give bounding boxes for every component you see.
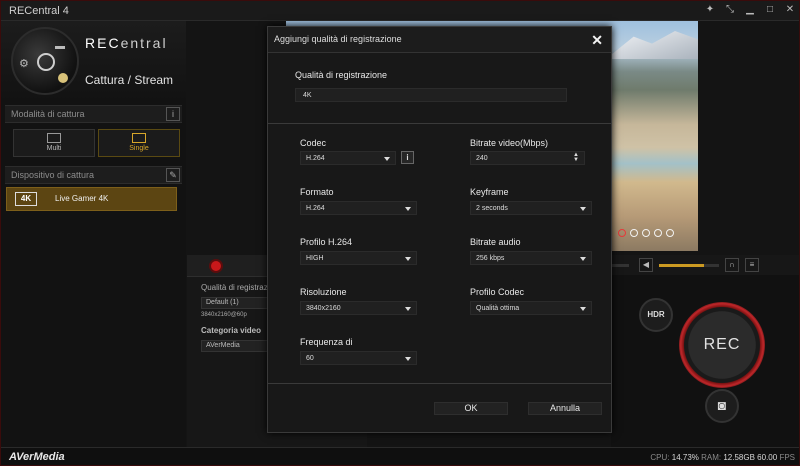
frequency-select[interactable]: 60	[300, 351, 417, 365]
frequency-label: Frequenza di	[300, 337, 353, 347]
dial-indicator	[58, 73, 68, 83]
codec-info-icon[interactable]: i	[401, 151, 414, 164]
window-controls: ✦ ⤡ ▁ □ ✕	[703, 3, 797, 17]
resolution-select[interactable]: 3840x2160	[300, 301, 417, 315]
cancel-button[interactable]: Annulla	[528, 402, 602, 415]
mixer-icon[interactable]: ≡	[745, 258, 759, 272]
brand-header: ⚙ ▬ RECentral Cattura / Stream	[1, 21, 186, 103]
dial-core-icon	[37, 53, 55, 71]
title-bar: RECentral 4 ✦ ⤡ ▁ □ ✕	[1, 1, 799, 21]
resolution-label: Risoluzione	[300, 287, 347, 297]
capture-mode-heading: Modalità di cattura	[11, 109, 85, 119]
bitrate-video-label: Bitrate video(Mbps)	[470, 138, 549, 148]
mode-dial[interactable]: ⚙ ▬	[11, 27, 79, 95]
category-select[interactable]: AVerMedia	[201, 340, 271, 352]
recentral-window: RECentral 4 ✦ ⤡ ▁ □ ✕ ⚙ ▬ RECentral Catt…	[0, 0, 800, 466]
profile-label: Profilo H.264	[300, 237, 353, 247]
close-icon[interactable]: ✕	[591, 32, 603, 49]
audio-slider-2[interactable]	[659, 264, 719, 267]
category-label: Categoria video	[201, 326, 262, 335]
speaker-icon[interactable]: ◀	[639, 258, 653, 272]
quality-detail: 3840x2160@60p	[201, 312, 247, 318]
system-stats: CPU: 14.73% RAM: 12.58GB 60.00 FPS	[650, 453, 795, 462]
folder-icon[interactable]: ▬	[55, 41, 65, 52]
codec-select[interactable]: H.264	[300, 151, 396, 165]
maximize-icon[interactable]: □	[763, 3, 777, 17]
spinner-icon: ▲ ▼	[573, 152, 579, 163]
quality-name-input[interactable]: 4K	[295, 88, 567, 102]
quality-label: Qualità di registraz	[201, 283, 268, 292]
brand-logo: RECentral	[85, 35, 168, 51]
headphones-icon[interactable]: ∩	[725, 258, 739, 272]
device-name: Live Gamer 4K	[55, 194, 109, 203]
minimize-icon[interactable]: ▁	[743, 3, 757, 17]
status-bar: AVerMedia CPU: 14.73% RAM: 12.58GB 60.00…	[1, 447, 799, 465]
keyframe-label: Keyframe	[470, 187, 509, 197]
device-4k-icon: 4K	[15, 192, 37, 206]
format-label: Formato	[300, 187, 334, 197]
codec-profile-label: Profilo Codec	[470, 287, 525, 297]
pin-icon[interactable]: ✦	[703, 3, 717, 17]
window-title: RECentral 4	[9, 4, 69, 17]
capture-mode-multi-button[interactable]: Multi	[13, 129, 95, 157]
multi-screen-icon	[47, 133, 61, 143]
ok-button[interactable]: OK	[434, 402, 508, 415]
quality-select[interactable]: Default (1)	[201, 297, 271, 309]
edit-device-icon[interactable]: ✎	[166, 168, 180, 182]
avermedia-logo: AVerMedia	[9, 451, 65, 463]
quality-name-label: Qualità di registrazione	[295, 70, 388, 80]
dialog-header: Aggiungi qualità di registrazione ✕	[268, 27, 611, 53]
single-screen-icon	[132, 133, 146, 143]
left-panel: ⚙ ▬ RECentral Cattura / Stream Modalità …	[1, 21, 186, 447]
dialog-title: Aggiungi qualità di registrazione	[274, 34, 402, 44]
codec-profile-select[interactable]: Qualità ottima	[470, 301, 592, 315]
keyframe-select[interactable]: 2 seconds	[470, 201, 592, 215]
camera-icon[interactable]: ◙	[705, 389, 739, 423]
capture-mode-header: Modalità di cattura i	[5, 105, 182, 123]
profile-select[interactable]: HIGH	[300, 251, 417, 265]
rec-area: HDR REC ◙	[611, 275, 799, 447]
preview-hud	[618, 229, 674, 237]
bitrate-audio-label: Bitrate audio	[470, 237, 521, 247]
add-quality-dialog: Aggiungi qualità di registrazione ✕ Qual…	[267, 26, 612, 433]
gear-icon[interactable]: ⚙	[19, 57, 29, 70]
rec-button[interactable]: REC	[679, 302, 765, 388]
record-tab-icon[interactable]	[209, 259, 223, 273]
shrink-icon[interactable]: ⤡	[723, 3, 737, 17]
dialog-divider-top	[268, 123, 611, 124]
audio-control-bar: ◀ ∩ ≡	[591, 255, 799, 275]
capture-device-heading: Dispositivo di cattura	[11, 170, 95, 180]
device-item[interactable]: 4K Live Gamer 4K	[6, 187, 177, 211]
dialog-divider-bottom	[268, 383, 611, 384]
hdr-button[interactable]: HDR	[639, 298, 673, 332]
bitrate-video-stepper[interactable]: 240 ▲ ▼	[470, 151, 585, 165]
mountain-shape	[606, 31, 698, 59]
mode-label: Cattura / Stream	[85, 73, 174, 87]
capture-mode-single-button[interactable]: Single	[98, 129, 180, 157]
capture-device-header: Dispositivo di cattura ✎	[5, 166, 182, 184]
bitrate-audio-select[interactable]: 256 kbps	[470, 251, 592, 265]
format-select[interactable]: H.264	[300, 201, 417, 215]
codec-label: Codec	[300, 138, 327, 148]
capture-mode-info-button[interactable]: i	[166, 107, 180, 121]
close-window-icon[interactable]: ✕	[783, 3, 797, 17]
